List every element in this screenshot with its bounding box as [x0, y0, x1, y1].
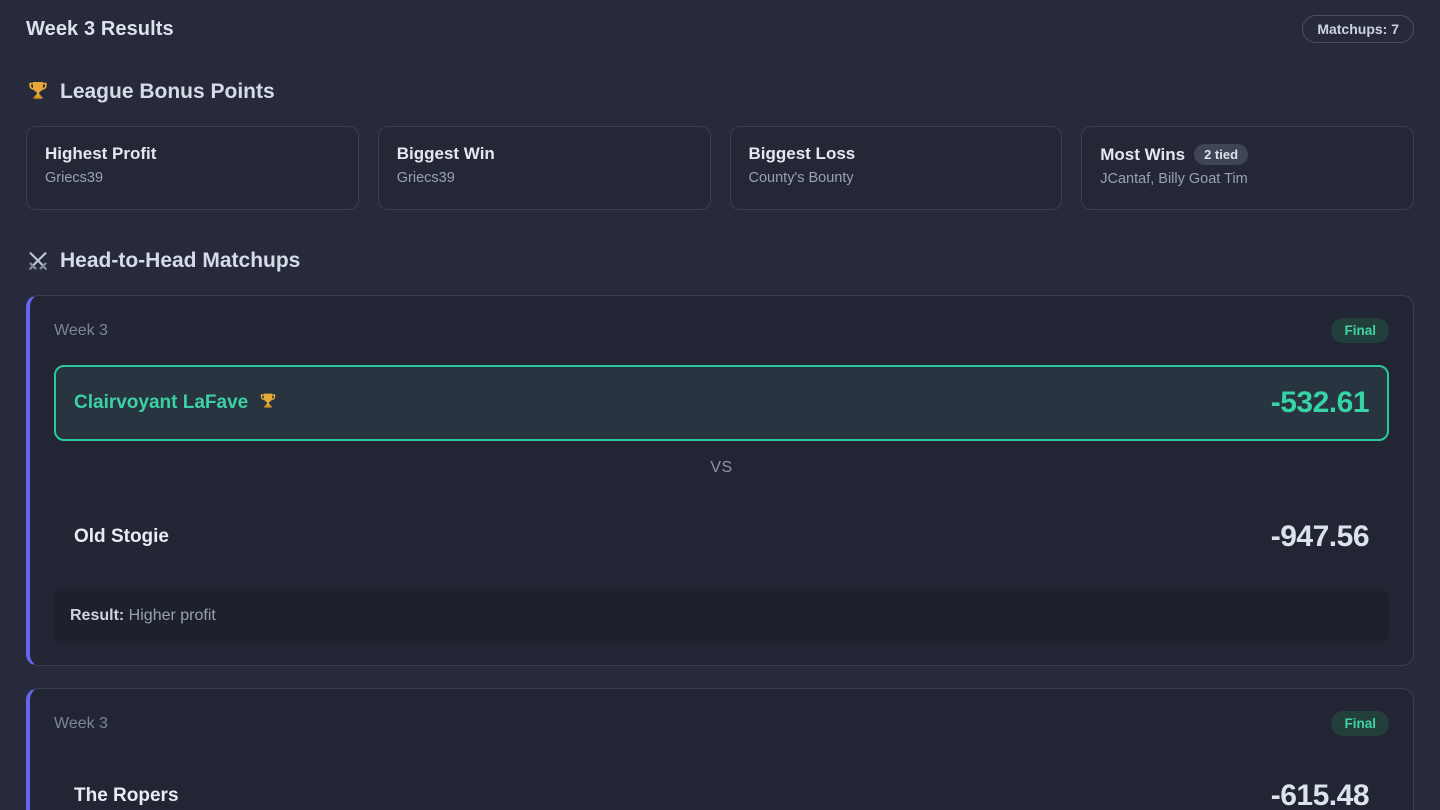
team-name: Clairvoyant LaFave [74, 392, 278, 415]
winner-trophy-icon [258, 392, 278, 415]
bonus-card-highest-profit: Highest Profit Griecs39 [26, 126, 359, 210]
matchup-card[interactable]: Week 3 Final The Ropers -615.48 [26, 688, 1414, 810]
matchups-count-badge: Matchups: 7 [1302, 15, 1414, 43]
bonus-card-value: JCantaf, Billy Goat Tim [1100, 171, 1395, 187]
bonus-card-label: Highest Profit [45, 144, 156, 164]
bonus-section-title-text: League Bonus Points [60, 80, 275, 104]
week-label: Week 3 [54, 715, 108, 733]
tied-badge: 2 tied [1194, 144, 1248, 165]
h2h-section-title: Head-to-Head Matchups [26, 249, 1414, 273]
bonus-grid: Highest Profit Griecs39 Biggest Win Grie… [26, 126, 1414, 210]
result-box: Result: Higher profit [54, 589, 1389, 643]
vs-label: VS [54, 459, 1389, 477]
bonus-card-label: Biggest Win [397, 144, 495, 164]
bonus-card-biggest-win: Biggest Win Griecs39 [378, 126, 711, 210]
bonus-card-value: Griecs39 [45, 170, 340, 186]
team-name: The Ropers [74, 785, 179, 807]
matchup-card[interactable]: Week 3 Final Clairvoyant LaFave -532.61 [26, 295, 1414, 666]
team-row-winner: Clairvoyant LaFave -532.61 [54, 365, 1389, 441]
bonus-section-title: League Bonus Points [26, 80, 1414, 104]
team-row: The Ropers -615.48 [54, 758, 1389, 810]
result-text: Higher profit [124, 607, 216, 624]
bonus-card-value: County's Bounty [749, 170, 1044, 186]
result-label: Result: [70, 607, 124, 624]
page-title: Week 3 Results [26, 18, 174, 41]
bonus-card-biggest-loss: Biggest Loss County's Bounty [730, 126, 1063, 210]
team-name: Old Stogie [74, 526, 169, 548]
status-badge: Final [1331, 318, 1389, 343]
team-score: -947.56 [1271, 520, 1369, 554]
h2h-section-title-text: Head-to-Head Matchups [60, 249, 300, 273]
bonus-card-label: Most Wins [1100, 145, 1185, 165]
status-badge: Final [1331, 711, 1389, 736]
trophy-icon [26, 80, 50, 104]
bonus-card-value: Griecs39 [397, 170, 692, 186]
week-label: Week 3 [54, 322, 108, 340]
team-score: -532.61 [1271, 386, 1369, 420]
team-score: -615.48 [1271, 779, 1369, 810]
bonus-card-most-wins: Most Wins 2 tied JCantaf, Billy Goat Tim [1081, 126, 1414, 210]
team-name-text: Clairvoyant LaFave [74, 392, 248, 414]
bonus-card-label: Biggest Loss [749, 144, 856, 164]
matchup-card-head: Week 3 Final [54, 318, 1389, 343]
topbar: Week 3 Results Matchups: 7 [26, 15, 1414, 43]
team-row: Old Stogie -947.56 [54, 499, 1389, 575]
matchup-card-head: Week 3 Final [54, 711, 1389, 736]
crossed-swords-icon [26, 249, 50, 273]
page: Week 3 Results Matchups: 7 League Bonus … [0, 0, 1440, 810]
